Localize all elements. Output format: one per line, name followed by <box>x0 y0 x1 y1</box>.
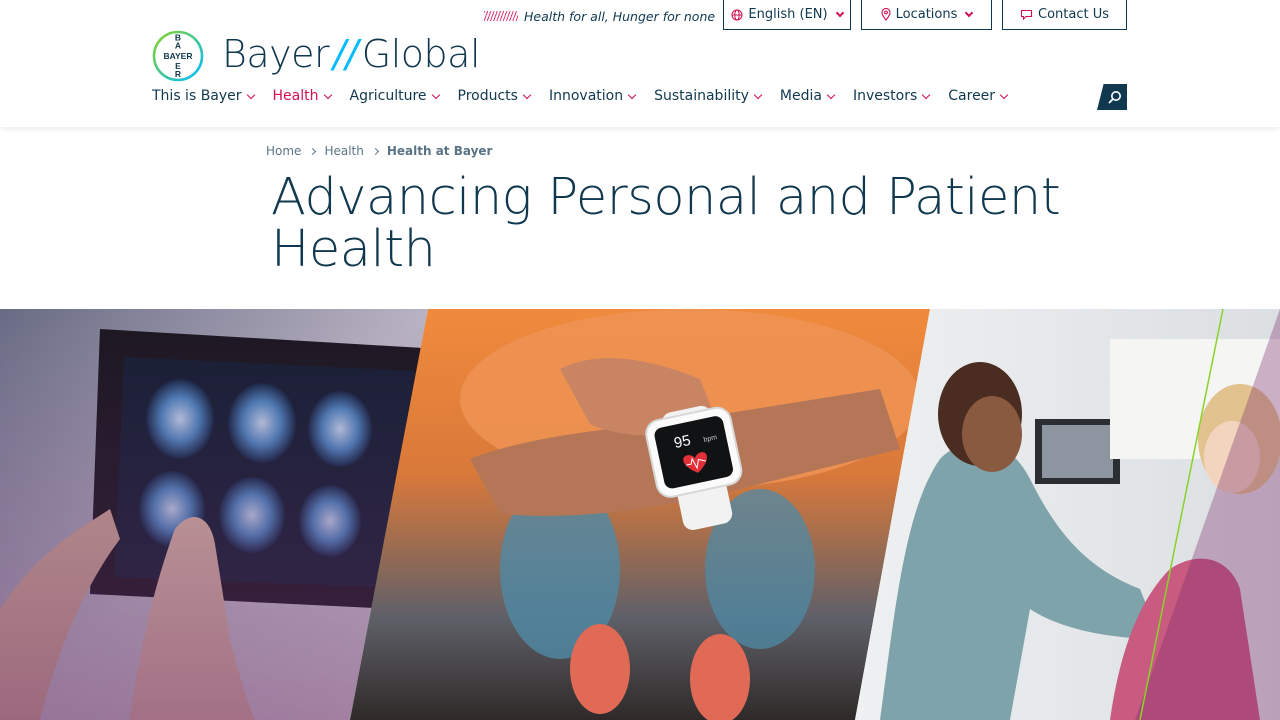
nav-item-label: This is Bayer <box>152 88 242 104</box>
brand-name-part2: Global <box>361 32 481 76</box>
nav-item-health[interactable]: Health <box>272 86 332 106</box>
globe-icon <box>731 9 743 21</box>
tagline: Health for all, Hunger for none <box>484 7 715 25</box>
breadcrumb: Home Health Health at Bayer <box>266 144 492 158</box>
site-brand[interactable]: Bayer//Global <box>222 32 481 76</box>
main-nav: This is Bayer Health Agriculture Product… <box>152 86 1026 106</box>
tagline-text: Health for all, Hunger for none <box>524 8 716 24</box>
nav-item-career[interactable]: Career <box>948 86 1009 106</box>
chevron-down-icon <box>922 90 931 99</box>
map-pin-icon <box>881 8 891 21</box>
hero-panel-nurse-child <box>855 309 1280 720</box>
hatch-decoration <box>484 11 518 21</box>
site-header: Health for all, Hunger for none English … <box>0 0 1280 127</box>
chevron-down-icon <box>522 90 532 99</box>
chevron-right-icon <box>371 147 379 155</box>
nav-item-label: Innovation <box>548 88 624 104</box>
svg-text:R: R <box>175 69 181 79</box>
search-button[interactable] <box>1097 84 1127 110</box>
chevron-down-icon <box>826 90 836 99</box>
nav-item-investors[interactable]: Investors <box>852 86 931 106</box>
brand-name-part1: Bayer <box>222 32 330 76</box>
chat-bubble-icon <box>1020 9 1033 21</box>
search-icon <box>1108 91 1121 104</box>
chevron-down-icon <box>627 90 637 99</box>
svg-text:BAYER: BAYER <box>164 51 193 61</box>
bayer-cross-logo[interactable]: BAYER B A E R <box>152 30 204 82</box>
locations-selector[interactable]: Locations <box>861 0 992 30</box>
nav-item-label: Career <box>948 88 996 104</box>
chevron-right-icon <box>309 147 317 155</box>
contact-label: Contact Us <box>1038 7 1109 22</box>
breadcrumb-health[interactable]: Health <box>324 144 363 158</box>
nav-item-media[interactable]: Media <box>779 86 836 106</box>
nav-item-innovation[interactable]: Innovation <box>548 86 637 106</box>
nav-item-this-is-bayer[interactable]: This is Bayer <box>152 86 255 106</box>
chevron-down-icon <box>431 90 440 99</box>
locations-label: Locations <box>895 7 958 22</box>
hero-image-collage: 95 bpm <box>0 309 1280 720</box>
nav-item-label: Investors <box>852 88 918 104</box>
breadcrumb-current: Health at Bayer <box>386 144 493 158</box>
svg-text:A: A <box>175 41 181 51</box>
nav-item-label: Media <box>779 88 822 104</box>
language-selector[interactable]: English (EN) <box>723 0 851 30</box>
chevron-down-icon <box>965 8 974 18</box>
nav-item-label: Health <box>272 88 319 104</box>
contact-us-button[interactable]: Contact Us <box>1002 0 1127 30</box>
nav-item-label: Products <box>457 88 518 104</box>
chevron-down-icon <box>246 90 255 99</box>
chevron-down-icon <box>835 8 844 18</box>
nav-item-sustainability[interactable]: Sustainability <box>654 86 763 106</box>
nav-item-products[interactable]: Products <box>457 86 532 106</box>
nav-item-label: Agriculture <box>349 88 427 104</box>
brand-slash: // <box>333 32 358 76</box>
hero-panel-smartwatch: 95 bpm <box>350 309 930 720</box>
breadcrumb-home[interactable]: Home <box>266 144 301 158</box>
chevron-down-icon <box>323 90 332 99</box>
chevron-down-icon <box>999 90 1009 99</box>
nav-item-label: Sustainability <box>654 88 749 104</box>
watch-reading: 95 <box>672 432 692 452</box>
nav-item-agriculture[interactable]: Agriculture <box>349 86 440 106</box>
chevron-down-icon <box>753 90 763 99</box>
language-label: English (EN) <box>748 7 828 22</box>
page-title: Advancing Personal and Patient Health <box>271 168 1061 279</box>
